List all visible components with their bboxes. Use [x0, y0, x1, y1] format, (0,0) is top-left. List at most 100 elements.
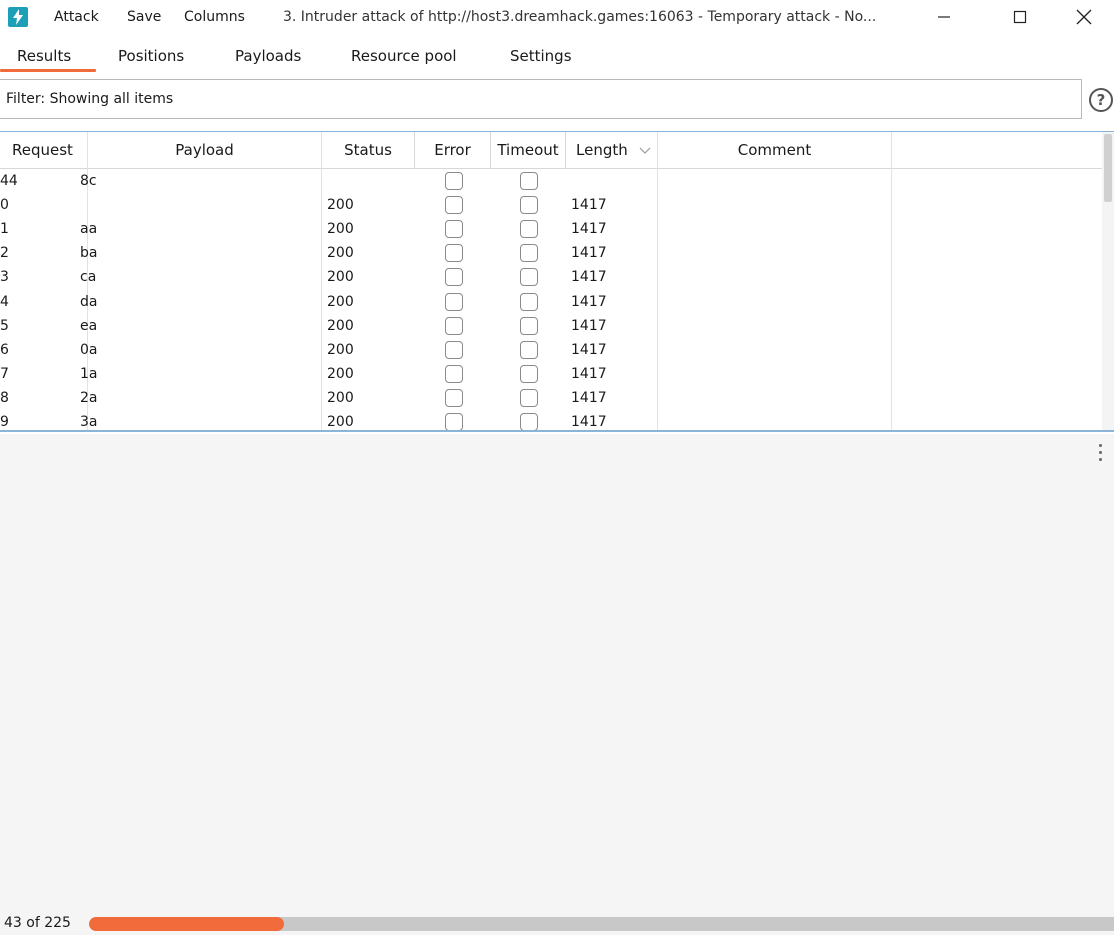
error-checkbox — [445, 364, 463, 383]
table-row[interactable]: 6 0a 200 1417 — [0, 338, 1102, 362]
cell-payload: 0a — [80, 341, 98, 358]
filter-text: Filter: Showing all items — [6, 91, 174, 107]
tab-bar: Results Positions Payloads Resource pool… — [0, 38, 1114, 74]
table-row[interactable]: 0 200 1417 — [0, 193, 1102, 217]
sort-chevron-icon — [639, 147, 650, 154]
cell-status: 200 — [327, 341, 354, 358]
column-header-length[interactable]: Length — [566, 132, 658, 169]
cell-request: 5 — [0, 317, 9, 334]
detail-pane — [0, 434, 1114, 907]
cell-payload: ba — [80, 245, 98, 262]
column-header-payload[interactable]: Payload — [88, 132, 322, 169]
tab-settings[interactable]: Settings — [510, 47, 572, 65]
cell-length: 1417 — [571, 414, 607, 430]
tab-resource-pool[interactable]: Resource pool — [351, 47, 457, 65]
cell-payload: 8c — [80, 173, 97, 189]
maximize-button[interactable] — [990, 0, 1050, 34]
cell-request: 6 — [0, 341, 9, 358]
cell-status: 200 — [327, 414, 354, 430]
minimize-icon — [938, 16, 950, 18]
table-scroll-thumb[interactable] — [1104, 134, 1112, 202]
maximize-icon — [1013, 10, 1027, 24]
cell-payload: 1a — [80, 365, 98, 382]
table-row[interactable]: 3 ca 200 1417 — [0, 265, 1102, 289]
cell-payload: 2a — [80, 389, 98, 406]
minimize-button[interactable] — [914, 0, 974, 34]
tab-results[interactable]: Results — [17, 47, 71, 65]
window-title: 3. Intruder attack of http://host3.dream… — [283, 9, 877, 25]
tab-payloads[interactable]: Payloads — [235, 47, 301, 65]
cell-status: 200 — [327, 245, 354, 262]
table-row[interactable]: 7 1a 200 1417 — [0, 362, 1102, 386]
cell-request: 9 — [0, 414, 9, 430]
column-header-error[interactable]: Error — [415, 132, 491, 169]
status-bar: 43 of 225 — [0, 907, 1114, 935]
timeout-checkbox — [520, 220, 538, 239]
menu-columns[interactable]: Columns — [184, 9, 245, 25]
table-scrollbar[interactable] — [1102, 132, 1114, 430]
progress-bar-fill — [89, 917, 284, 931]
cell-request: 3 — [0, 269, 9, 286]
timeout-checkbox — [520, 364, 538, 383]
table-header: Request Payload Status Error Timeout Len… — [0, 132, 1102, 169]
timeout-checkbox — [520, 413, 538, 430]
error-checkbox — [445, 388, 463, 407]
error-checkbox — [445, 316, 463, 335]
cell-request: 2 — [0, 245, 9, 262]
timeout-checkbox — [520, 340, 538, 359]
column-header-timeout[interactable]: Timeout — [491, 132, 566, 169]
cell-payload: ca — [80, 269, 97, 286]
timeout-checkbox — [520, 316, 538, 335]
cell-status: 200 — [327, 293, 354, 310]
cell-length: 1417 — [571, 245, 607, 262]
help-icon[interactable]: ? — [1089, 88, 1113, 112]
timeout-checkbox — [520, 196, 538, 215]
title-bar: Attack Save Columns 3. Intruder attack o… — [0, 0, 1114, 38]
table-row[interactable]: 4 da 200 1417 — [0, 290, 1102, 314]
cell-request: 0 — [0, 197, 9, 214]
close-icon — [1076, 9, 1092, 25]
column-header-length-label: Length — [576, 141, 628, 159]
table-row[interactable]: 9 3a 200 1417 — [0, 410, 1102, 430]
error-checkbox — [445, 413, 463, 430]
cell-request: 4 — [0, 293, 9, 310]
cell-status: 200 — [327, 365, 354, 382]
error-checkbox — [445, 244, 463, 263]
cell-length: 1417 — [571, 317, 607, 334]
results-table: Request Payload Status Error Timeout Len… — [0, 131, 1114, 432]
error-checkbox — [445, 340, 463, 359]
error-checkbox — [445, 196, 463, 215]
burp-app-icon — [8, 7, 28, 27]
cell-status: 200 — [327, 317, 354, 334]
table-row[interactable]: 8 2a 200 1417 — [0, 386, 1102, 410]
cell-request: 8 — [0, 389, 9, 406]
cell-length: 1417 — [571, 197, 607, 214]
menu-attack[interactable]: Attack — [54, 9, 99, 25]
table-row[interactable]: 5 ea 200 1417 — [0, 314, 1102, 338]
timeout-checkbox — [520, 244, 538, 263]
cell-length: 1417 — [571, 365, 607, 382]
tab-positions[interactable]: Positions — [118, 47, 184, 65]
close-button[interactable] — [1054, 0, 1114, 34]
cell-status: 200 — [327, 197, 354, 214]
table-row[interactable]: 44 8c — [0, 169, 1102, 193]
table-row[interactable]: 1 aa 200 1417 — [0, 217, 1102, 241]
cell-payload: da — [80, 293, 98, 310]
table-row[interactable]: 2 ba 200 1417 — [0, 241, 1102, 265]
error-checkbox — [445, 268, 463, 287]
cell-payload: ea — [80, 317, 98, 334]
column-header-comment[interactable]: Comment — [658, 132, 892, 169]
filter-bar[interactable]: Filter: Showing all items — [0, 79, 1082, 119]
cell-status: 200 — [327, 389, 354, 406]
column-header-request[interactable]: Request — [0, 132, 88, 169]
error-checkbox — [445, 172, 463, 190]
cell-request: 44 — [0, 173, 18, 189]
cell-length: 1417 — [571, 389, 607, 406]
progress-bar — [89, 917, 1114, 931]
menu-save[interactable]: Save — [127, 9, 161, 25]
timeout-checkbox — [520, 268, 538, 287]
cell-length: 1417 — [571, 341, 607, 358]
cell-status: 200 — [327, 221, 354, 238]
more-options-icon[interactable] — [1098, 444, 1104, 464]
column-header-status[interactable]: Status — [322, 132, 415, 169]
